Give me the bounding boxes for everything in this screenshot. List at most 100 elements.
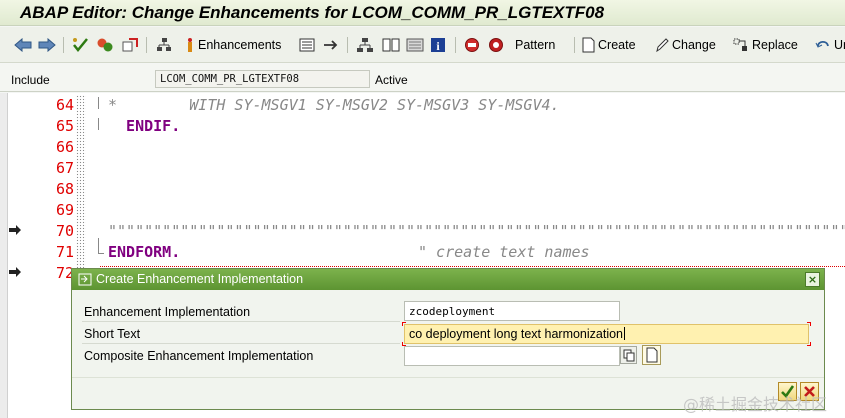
enhancement-impl-label: Enhancement Implementation bbox=[84, 305, 251, 319]
replace-label: Replace bbox=[752, 38, 798, 52]
where-used-button[interactable] bbox=[155, 36, 173, 54]
include-label: Include bbox=[11, 73, 50, 87]
window-titlebar: ABAP Editor: Change Enhancements for LCO… bbox=[0, 0, 845, 26]
enhancement-arrow-icon bbox=[8, 224, 28, 244]
fold-corner bbox=[98, 253, 104, 254]
undo-icon bbox=[815, 40, 829, 48]
fold-line bbox=[98, 118, 99, 130]
short-text-value: co deployment long text harmonization bbox=[409, 327, 624, 341]
create-button[interactable]: Create bbox=[582, 36, 636, 54]
create-enhancement-dialog: Create Enhancement Implementation × Enha… bbox=[71, 268, 825, 410]
tree-icon bbox=[357, 38, 373, 52]
replace-icon bbox=[733, 38, 747, 51]
window-title: ABAP Editor: Change Enhancements for LCO… bbox=[20, 3, 605, 22]
line-marker bbox=[76, 221, 86, 241]
change-label: Change bbox=[672, 38, 716, 52]
line-number: 67 bbox=[55, 159, 74, 177]
layout-button[interactable] bbox=[382, 36, 400, 54]
close-icon[interactable]: × bbox=[805, 272, 820, 287]
fold-line bbox=[98, 238, 99, 254]
copy-button[interactable] bbox=[620, 346, 637, 364]
cursor-line bbox=[100, 266, 845, 267]
external-breakpoint-button[interactable] bbox=[487, 36, 505, 54]
enhancement-arrow-icon bbox=[8, 266, 28, 286]
enhancement-icon bbox=[188, 38, 192, 52]
undo-label: Un bbox=[834, 38, 845, 52]
line-number: 72 bbox=[55, 264, 74, 282]
forward-button[interactable] bbox=[38, 36, 56, 54]
line-marker bbox=[76, 179, 86, 199]
code-comment: " create text names bbox=[418, 243, 590, 261]
test-icon bbox=[122, 38, 138, 52]
layout-icon bbox=[382, 38, 400, 52]
code-line: """"""""""""""""""""""""""""""""""""""""… bbox=[108, 222, 845, 240]
check-syntax-icon bbox=[73, 38, 88, 52]
new-document-icon bbox=[646, 347, 658, 363]
composite-impl-input[interactable] bbox=[404, 346, 620, 366]
focus-corner bbox=[402, 322, 406, 326]
row-divider bbox=[82, 321, 400, 322]
line-number: 68 bbox=[55, 180, 74, 198]
footer-divider bbox=[72, 377, 824, 378]
display-object-list-button[interactable] bbox=[298, 36, 316, 54]
line-marker bbox=[76, 158, 86, 178]
arrow-right-icon bbox=[38, 38, 56, 52]
enhancement-impl-input[interactable]: zcodeployment bbox=[404, 301, 620, 321]
hierarchy-icon bbox=[157, 38, 171, 51]
fold-line bbox=[98, 97, 99, 109]
arrow-left-icon bbox=[14, 38, 32, 52]
line-marker bbox=[76, 137, 86, 157]
replace-button[interactable]: Replace bbox=[733, 36, 798, 54]
editor-gutter bbox=[0, 93, 8, 418]
change-button[interactable]: Change bbox=[655, 36, 716, 54]
enhancements-button[interactable]: Enhancements bbox=[185, 36, 281, 54]
pencil-icon bbox=[656, 38, 669, 53]
separator bbox=[146, 37, 147, 53]
pattern-button[interactable]: Pattern bbox=[512, 36, 555, 54]
check-syntax-button[interactable] bbox=[72, 36, 90, 54]
object-list-button[interactable] bbox=[356, 36, 374, 54]
application-toolbar: Enhancements i Pattern Create Change Rep… bbox=[0, 27, 845, 63]
line-number: 64 bbox=[55, 96, 74, 114]
pattern-label: Pattern bbox=[515, 38, 556, 52]
line-number: 69 bbox=[55, 201, 74, 219]
code-line: ENDIF. bbox=[108, 117, 181, 135]
activate-icon bbox=[97, 38, 113, 52]
line-marker bbox=[76, 242, 86, 262]
line-number: 70 bbox=[55, 222, 74, 240]
include-bar: Include LCOM_COMM_PR_LGTEXTF08 Active bbox=[0, 64, 845, 92]
line-number: 65 bbox=[55, 117, 74, 135]
session-breakpoint-icon bbox=[465, 38, 479, 52]
include-status: Active bbox=[375, 73, 408, 87]
focus-corner bbox=[807, 342, 811, 346]
breakpoint-button[interactable] bbox=[463, 36, 481, 54]
navigation-icon bbox=[324, 40, 338, 50]
back-button[interactable] bbox=[14, 36, 32, 54]
info-button[interactable]: i bbox=[430, 36, 446, 54]
short-text-input[interactable]: co deployment long text harmonization bbox=[404, 324, 809, 344]
separator bbox=[347, 37, 348, 53]
row-divider bbox=[82, 343, 400, 344]
dialog-titlebar: Create Enhancement Implementation × bbox=[72, 269, 824, 290]
test-button[interactable] bbox=[121, 36, 139, 54]
focus-corner bbox=[807, 322, 811, 326]
navigate-button[interactable] bbox=[322, 36, 340, 54]
screen-icon bbox=[406, 38, 424, 52]
text-cursor bbox=[624, 327, 626, 340]
display-button[interactable] bbox=[406, 36, 424, 54]
object-list-icon bbox=[299, 38, 315, 52]
create-composite-button[interactable] bbox=[642, 345, 661, 365]
separator bbox=[455, 37, 456, 53]
line-marker bbox=[76, 95, 86, 115]
copy-icon bbox=[623, 349, 635, 362]
dialog-icon bbox=[78, 273, 92, 286]
separator bbox=[574, 37, 575, 53]
external-breakpoint-icon bbox=[489, 38, 503, 52]
create-label: Create bbox=[598, 38, 636, 52]
activate-button[interactable] bbox=[96, 36, 114, 54]
short-text-label: Short Text bbox=[84, 327, 141, 341]
line-marker bbox=[76, 116, 86, 136]
undo-button[interactable]: Un bbox=[815, 36, 845, 54]
composite-impl-label: Composite Enhancement Implementation bbox=[84, 349, 314, 363]
watermark: @稀土掘金技术社区 bbox=[683, 395, 828, 414]
